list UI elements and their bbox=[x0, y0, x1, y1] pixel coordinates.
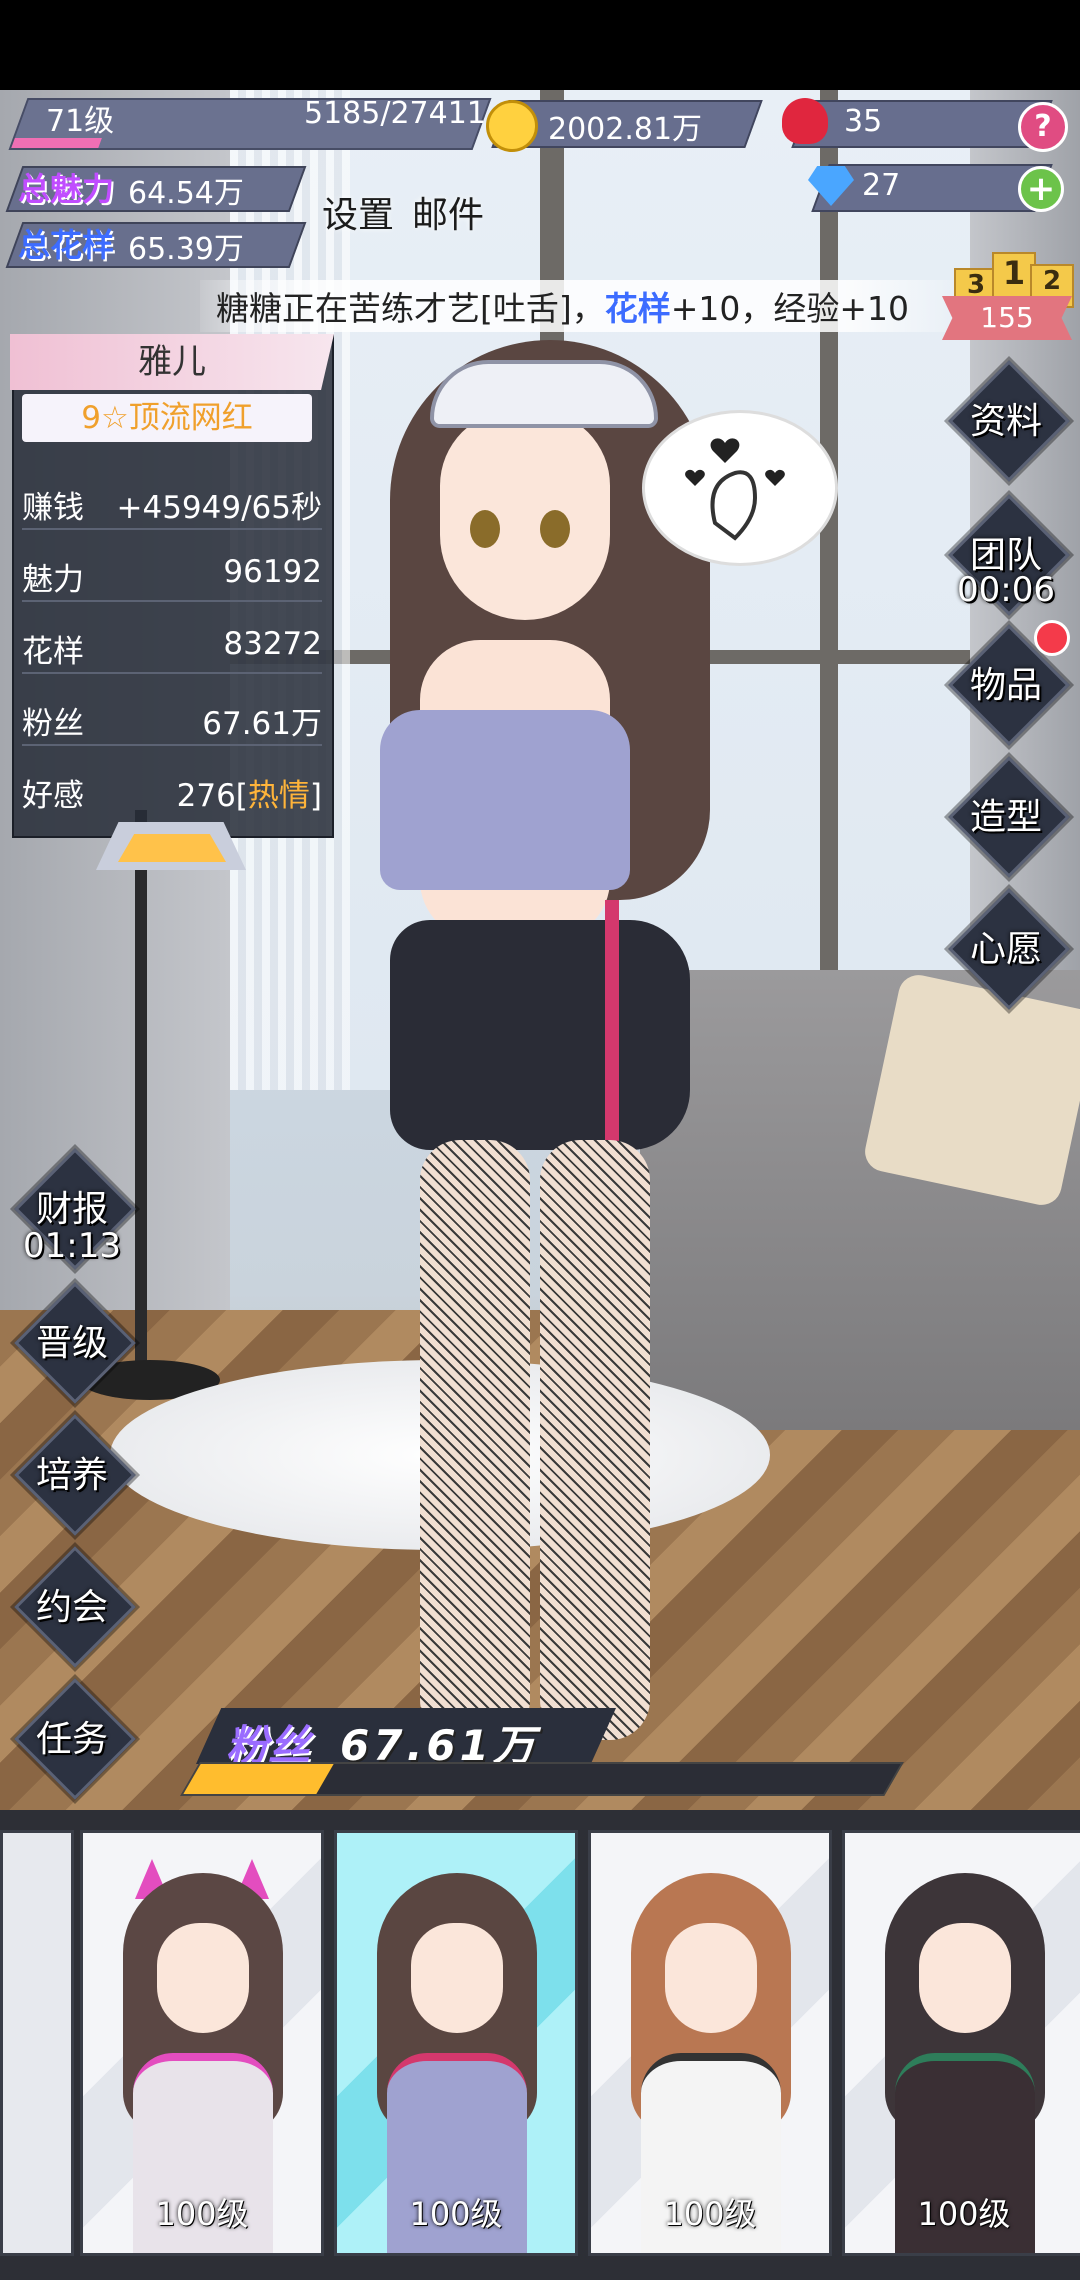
card-level: 100级 bbox=[663, 2195, 757, 2233]
character-face bbox=[440, 410, 610, 620]
train-button[interactable]: 培养 bbox=[14, 1414, 136, 1536]
stat-row-affection: 好感 276[热情] bbox=[22, 756, 322, 816]
tasks-button[interactable]: 任务 bbox=[14, 1678, 136, 1800]
date-label: 约会 bbox=[35, 1587, 108, 1628]
stat-label: 粉丝 bbox=[22, 706, 84, 742]
notification-dot bbox=[1034, 620, 1070, 656]
exp-text: 5185/27411 bbox=[304, 96, 486, 131]
profile-label: 资料 bbox=[969, 401, 1042, 442]
gold-amount: 2002.81万 bbox=[548, 112, 703, 147]
affection-level: 热情 bbox=[247, 778, 310, 814]
card-face bbox=[157, 1923, 249, 2033]
stat-label: 花样 bbox=[22, 634, 84, 670]
ranking-count: 155 bbox=[942, 296, 1072, 340]
stat-value: 83272 bbox=[223, 626, 322, 662]
affection-value: 276[ bbox=[176, 778, 248, 814]
finance-timer: 01:13 bbox=[23, 1226, 121, 1266]
stat-label: 好感 bbox=[22, 778, 84, 814]
character-top bbox=[380, 710, 630, 890]
affection-bracket: ] bbox=[309, 778, 322, 814]
total-charm-label: 总魅力 bbox=[18, 170, 115, 208]
roster-card[interactable]: 100级 bbox=[80, 1830, 324, 2256]
rose-pill[interactable] bbox=[791, 100, 1053, 148]
rose-count: 35 bbox=[844, 104, 883, 139]
styling-label: 造型 bbox=[969, 797, 1042, 838]
total-style-label: 总花样 bbox=[18, 226, 115, 264]
stat-value: 276[热情] bbox=[177, 770, 322, 815]
status-bar bbox=[0, 0, 1080, 90]
add-diamond-button[interactable]: + bbox=[1018, 166, 1064, 212]
stat-row-fans: 粉丝 67.61万 bbox=[22, 684, 322, 746]
promote-button[interactable]: 晋级 bbox=[14, 1282, 136, 1404]
help-button[interactable]: ? bbox=[1018, 102, 1068, 152]
date-button[interactable]: 约会 bbox=[14, 1546, 136, 1668]
ticker-highlight: 花样 bbox=[604, 289, 671, 328]
card-face bbox=[411, 1923, 503, 2033]
profile-button[interactable]: 资料 bbox=[948, 360, 1070, 482]
team-timer: 00:06 bbox=[957, 570, 1055, 610]
total-style-value: 65.39万 bbox=[128, 232, 244, 267]
character-eye bbox=[540, 510, 570, 548]
fans-progress-bar bbox=[180, 1762, 904, 1796]
character-skirt bbox=[390, 920, 690, 1150]
roster-card[interactable]: 100级 bbox=[842, 1830, 1080, 2256]
stat-value: 67.61万 bbox=[202, 706, 322, 742]
character-leg bbox=[420, 1140, 530, 1740]
promote-label: 晋级 bbox=[35, 1323, 108, 1364]
roster-card[interactable]: 100级 bbox=[588, 1830, 832, 2256]
character-leg bbox=[540, 1140, 650, 1740]
level-text: 71级 bbox=[46, 104, 115, 139]
finger-heart-icon bbox=[685, 438, 785, 541]
stat-value: +45949/65秒 bbox=[116, 490, 322, 526]
items-label: 物品 bbox=[969, 665, 1042, 706]
finance-label: 财报 bbox=[35, 1189, 108, 1230]
tasks-label: 任务 bbox=[35, 1719, 108, 1760]
maid-headband bbox=[430, 360, 658, 428]
card-face bbox=[665, 1923, 757, 2033]
panel-collapse-arrow-icon bbox=[118, 834, 226, 862]
roster-card-partial[interactable] bbox=[0, 1830, 74, 2256]
roster-card-selected[interactable]: 100级 bbox=[334, 1830, 578, 2256]
window-frame bbox=[820, 90, 838, 1090]
stat-value: 96192 bbox=[223, 554, 322, 590]
stat-row-earnings: 赚钱 +45949/65秒 bbox=[22, 468, 322, 530]
card-level: 100级 bbox=[409, 2195, 503, 2233]
gold-coin-icon bbox=[486, 100, 538, 152]
stat-label: 赚钱 bbox=[22, 490, 84, 526]
styling-button[interactable]: 造型 bbox=[948, 756, 1070, 878]
settings-button[interactable]: 设置 bbox=[322, 186, 394, 238]
girl-name: 雅儿 bbox=[10, 334, 334, 390]
heart-gesture-bubble bbox=[642, 410, 838, 566]
character-eye bbox=[470, 510, 500, 548]
stat-row-style: 花样 83272 bbox=[22, 612, 322, 674]
card-level: 100级 bbox=[917, 2195, 1011, 2233]
card-face bbox=[919, 1923, 1011, 2033]
character-illustration[interactable] bbox=[360, 340, 760, 1840]
train-label: 培养 bbox=[35, 1455, 108, 1496]
ticker-prefix: 糖糖正在苦练才艺[吐舌]， bbox=[216, 289, 605, 328]
rose-icon bbox=[782, 98, 828, 144]
total-charm-value: 64.54万 bbox=[128, 176, 244, 211]
ticker-suffix: +10，经验+10 bbox=[670, 289, 910, 328]
diamond-count: 27 bbox=[862, 168, 901, 203]
floor-lamp bbox=[135, 810, 147, 1370]
card-level: 100级 bbox=[155, 2195, 249, 2233]
mail-button[interactable]: 邮件 bbox=[412, 186, 484, 238]
stat-label: 魅力 bbox=[22, 562, 84, 598]
activity-ticker-text: 糖糖正在苦练才艺[吐舌]，花样+10，经验+10 bbox=[216, 282, 909, 330]
girl-title: 9☆顶流网红 bbox=[22, 394, 312, 442]
fans-progress-fill bbox=[183, 1764, 334, 1794]
stat-row-charm: 魅力 96192 bbox=[22, 540, 322, 602]
wish-label: 心愿 bbox=[969, 929, 1042, 970]
wish-button[interactable]: 心愿 bbox=[948, 888, 1070, 1010]
